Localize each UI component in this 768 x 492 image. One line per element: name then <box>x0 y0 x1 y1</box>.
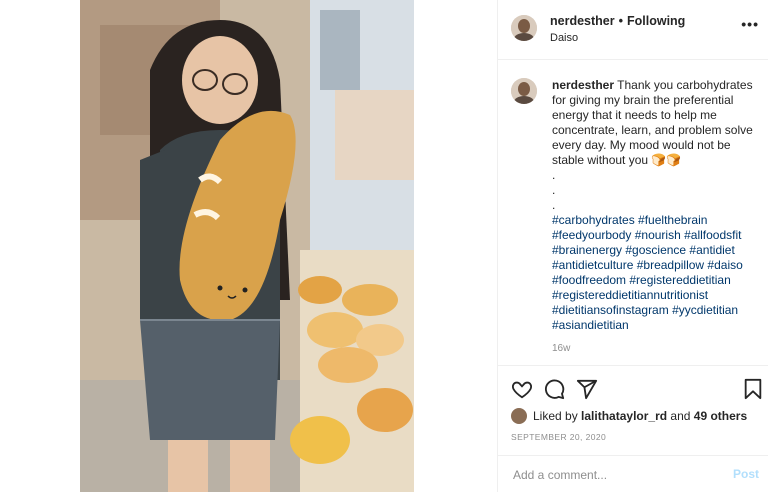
likes-summary: Liked by lalithataylor_rd and 49 others <box>511 407 747 425</box>
caption-dot: . <box>552 198 556 212</box>
comment-icon[interactable] <box>543 378 565 400</box>
post-date: SEPTEMBER 20, 2020 <box>511 432 607 442</box>
comment-box: Post <box>498 455 768 492</box>
hashtag-list: #carbohydrates #fuelthebrain #feedyourbo… <box>552 213 762 333</box>
hashtag-line[interactable]: #antidietculture #breadpillow #daiso <box>552 258 762 273</box>
post-media-area <box>0 0 497 492</box>
post-photo-image <box>80 0 414 492</box>
caption-username[interactable]: nerdesther <box>552 78 614 92</box>
caption-dot: . <box>552 168 556 182</box>
hashtag-line[interactable]: #asiandietitian <box>552 318 762 333</box>
likes-count[interactable]: 49 others <box>694 409 747 423</box>
hashtag-line[interactable]: #registereddietitiannutritionist <box>552 288 762 303</box>
hashtag-line[interactable]: #dietitiansofinstagram #yycdietitian <box>552 303 762 318</box>
caption-avatar[interactable] <box>511 78 537 104</box>
bookmark-icon[interactable] <box>742 378 764 400</box>
hashtag-line[interactable]: #foodfreedom #registereddietitian <box>552 273 762 288</box>
post-header-line: nerdesther • Following <box>550 14 685 28</box>
location-link[interactable]: Daiso <box>550 32 578 44</box>
caption-dot: . <box>552 183 556 197</box>
caption-dots: . . . <box>552 168 762 213</box>
separator-dot: • <box>618 14 623 28</box>
avatar[interactable] <box>511 15 537 41</box>
post-sidebar: nerdesther • Following Daiso ••• nerdesthe… <box>497 0 768 492</box>
avatar-image <box>511 15 537 41</box>
hashtag-line[interactable]: #carbohydrates #fuelthebrain <box>552 213 762 228</box>
liked-by-prefix: Liked by <box>533 409 578 423</box>
post-caption: nerdesther Thank you carbohydrates for g… <box>552 78 762 333</box>
liker-avatar[interactable] <box>511 408 527 424</box>
liked-and: and <box>670 409 691 423</box>
bread-emoji: 🍞🍞 <box>651 153 682 167</box>
caption-timestamp: 16w <box>552 343 571 354</box>
following-button[interactable]: Following <box>627 14 685 28</box>
hashtag-line[interactable]: #feedyourbody #nourish #allfoodsfit <box>552 228 762 243</box>
hashtag-line[interactable]: #brainenergy #goscience #antidiet <box>552 243 762 258</box>
post-header: nerdesther • Following Daiso ••• <box>498 0 768 60</box>
more-icon[interactable]: ••• <box>741 16 759 32</box>
post-photo[interactable] <box>80 0 414 492</box>
username-link[interactable]: nerdesther <box>550 14 615 28</box>
post-comment-button[interactable]: Post <box>733 467 759 481</box>
caption-avatar-image <box>511 78 537 104</box>
heart-icon[interactable] <box>511 378 533 400</box>
share-icon[interactable] <box>576 378 598 400</box>
liker-username[interactable]: lalithataylor_rd <box>581 409 667 423</box>
comment-input[interactable] <box>511 464 715 486</box>
